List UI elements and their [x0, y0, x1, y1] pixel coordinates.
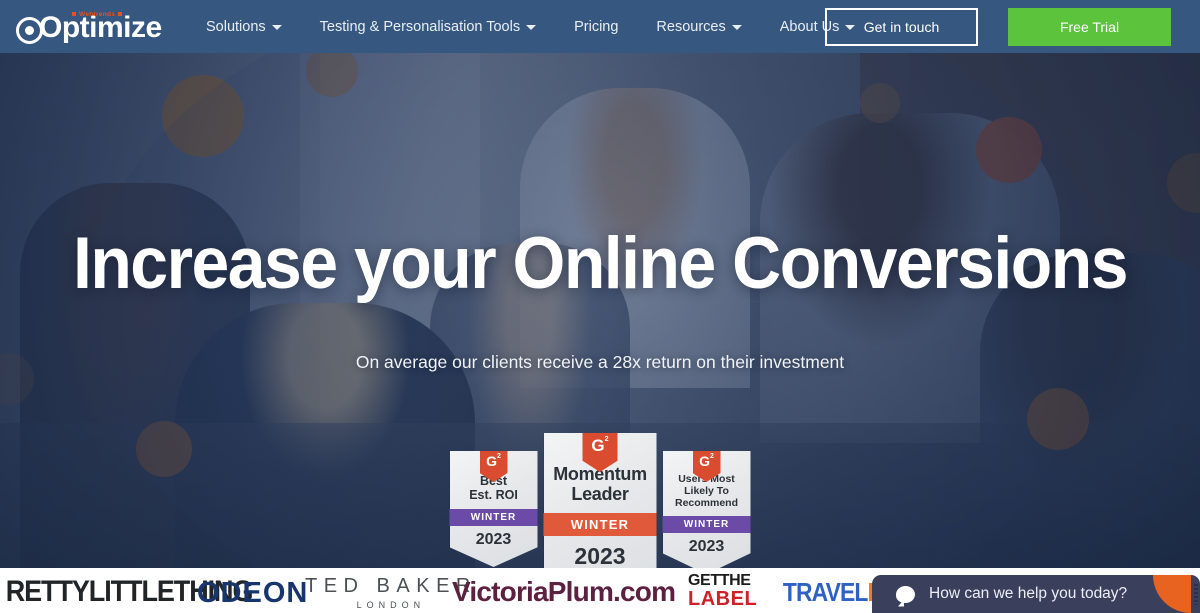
hero-section: Increase your Online Conversions On aver…: [0, 53, 1200, 568]
nav-item-label: Resources: [656, 18, 726, 35]
chat-widget[interactable]: How can we help you today?: [872, 575, 1200, 613]
square-right-icon: [118, 12, 123, 16]
get-in-touch-button[interactable]: Get in touch: [825, 7, 978, 46]
badge-season-ribbon: WINTER: [662, 516, 751, 534]
chat-resize-grip[interactable]: [1194, 584, 1198, 605]
nav-links: Solutions Testing & Personalisation Tool…: [206, 19, 893, 35]
nav-item-testing-personalisation-tools[interactable]: Testing & Personalisation Tools: [319, 18, 537, 35]
nav-item-label: Solutions: [206, 18, 266, 35]
badge-season-ribbon: WINTER: [543, 513, 657, 537]
nav-item-label: Testing & Personalisation Tools: [319, 18, 521, 35]
g2-badge-momentum-leader[interactable]: G2 Momentum Leader WINTER 2023: [543, 433, 657, 568]
speech-bubble-icon: [896, 585, 915, 603]
badge-year: 2023: [688, 538, 725, 556]
hero-subheading: On average our clients receive a 28x ret…: [355, 352, 845, 372]
square-left-icon: [72, 12, 76, 16]
chevron-down-icon: [731, 25, 742, 30]
client-logo-get-the-label-bottom: LABEL: [688, 588, 758, 610]
client-logo-get-the-label: GETTHE LABEL: [688, 572, 758, 610]
nav-item-pricing[interactable]: Pricing: [574, 19, 618, 35]
badge-title-line2: Leader: [571, 484, 629, 505]
chat-prompt-text: How can we help you today?: [929, 585, 1128, 602]
client-logo-get-the-label-top: GETTHE: [688, 572, 751, 589]
sub-brand-label: Webtrends: [79, 10, 116, 18]
g2-badge-best-est-roi[interactable]: G2 Best Est. ROI WINTER 2023: [449, 451, 538, 567]
client-logo-travel: TRAVEL: [782, 577, 868, 607]
nav-item-label: Pricing: [574, 18, 619, 35]
badge-year: 2023: [574, 543, 626, 568]
chat-accent-shape: [1153, 575, 1191, 613]
g2-badges-group: G2 Best Est. ROI WINTER 2023 G2 Momentum…: [0, 433, 1200, 568]
chevron-down-icon: [526, 25, 537, 30]
nav-actions: Get in touch Free Trial: [825, 7, 1200, 46]
badge-title-line2: Likely To: [684, 484, 729, 497]
nav-item-resources[interactable]: Resources: [656, 18, 742, 35]
hero-heading: Increase your Online Conversions: [72, 223, 1129, 304]
client-logo-odeon: ODEON: [197, 577, 309, 609]
client-logo-victoriaplum: VictoriaPlum.com: [452, 576, 676, 607]
webtrends-sub-brand: Webtrends: [72, 10, 123, 18]
top-navigation-bar: Optimize Webtrends Solutions Testing & P…: [0, 0, 1200, 53]
nav-item-solutions[interactable]: Solutions: [206, 19, 282, 35]
site-logo[interactable]: Optimize Webtrends: [16, 10, 176, 44]
badge-year: 2023: [475, 531, 512, 548]
hero-content: Increase your Online Conversions On aver…: [0, 53, 1200, 568]
free-trial-button[interactable]: Free Trial: [1008, 7, 1171, 46]
badge-title-line2: Est. ROI: [469, 488, 518, 502]
chevron-down-icon: [271, 25, 282, 30]
badge-title-line3: Recommend: [674, 496, 738, 509]
badge-season-ribbon: WINTER: [449, 509, 538, 526]
g2-badge-users-most-likely-to-recommend[interactable]: G2 Users Most Likely To Recommend WINTER…: [662, 451, 751, 568]
